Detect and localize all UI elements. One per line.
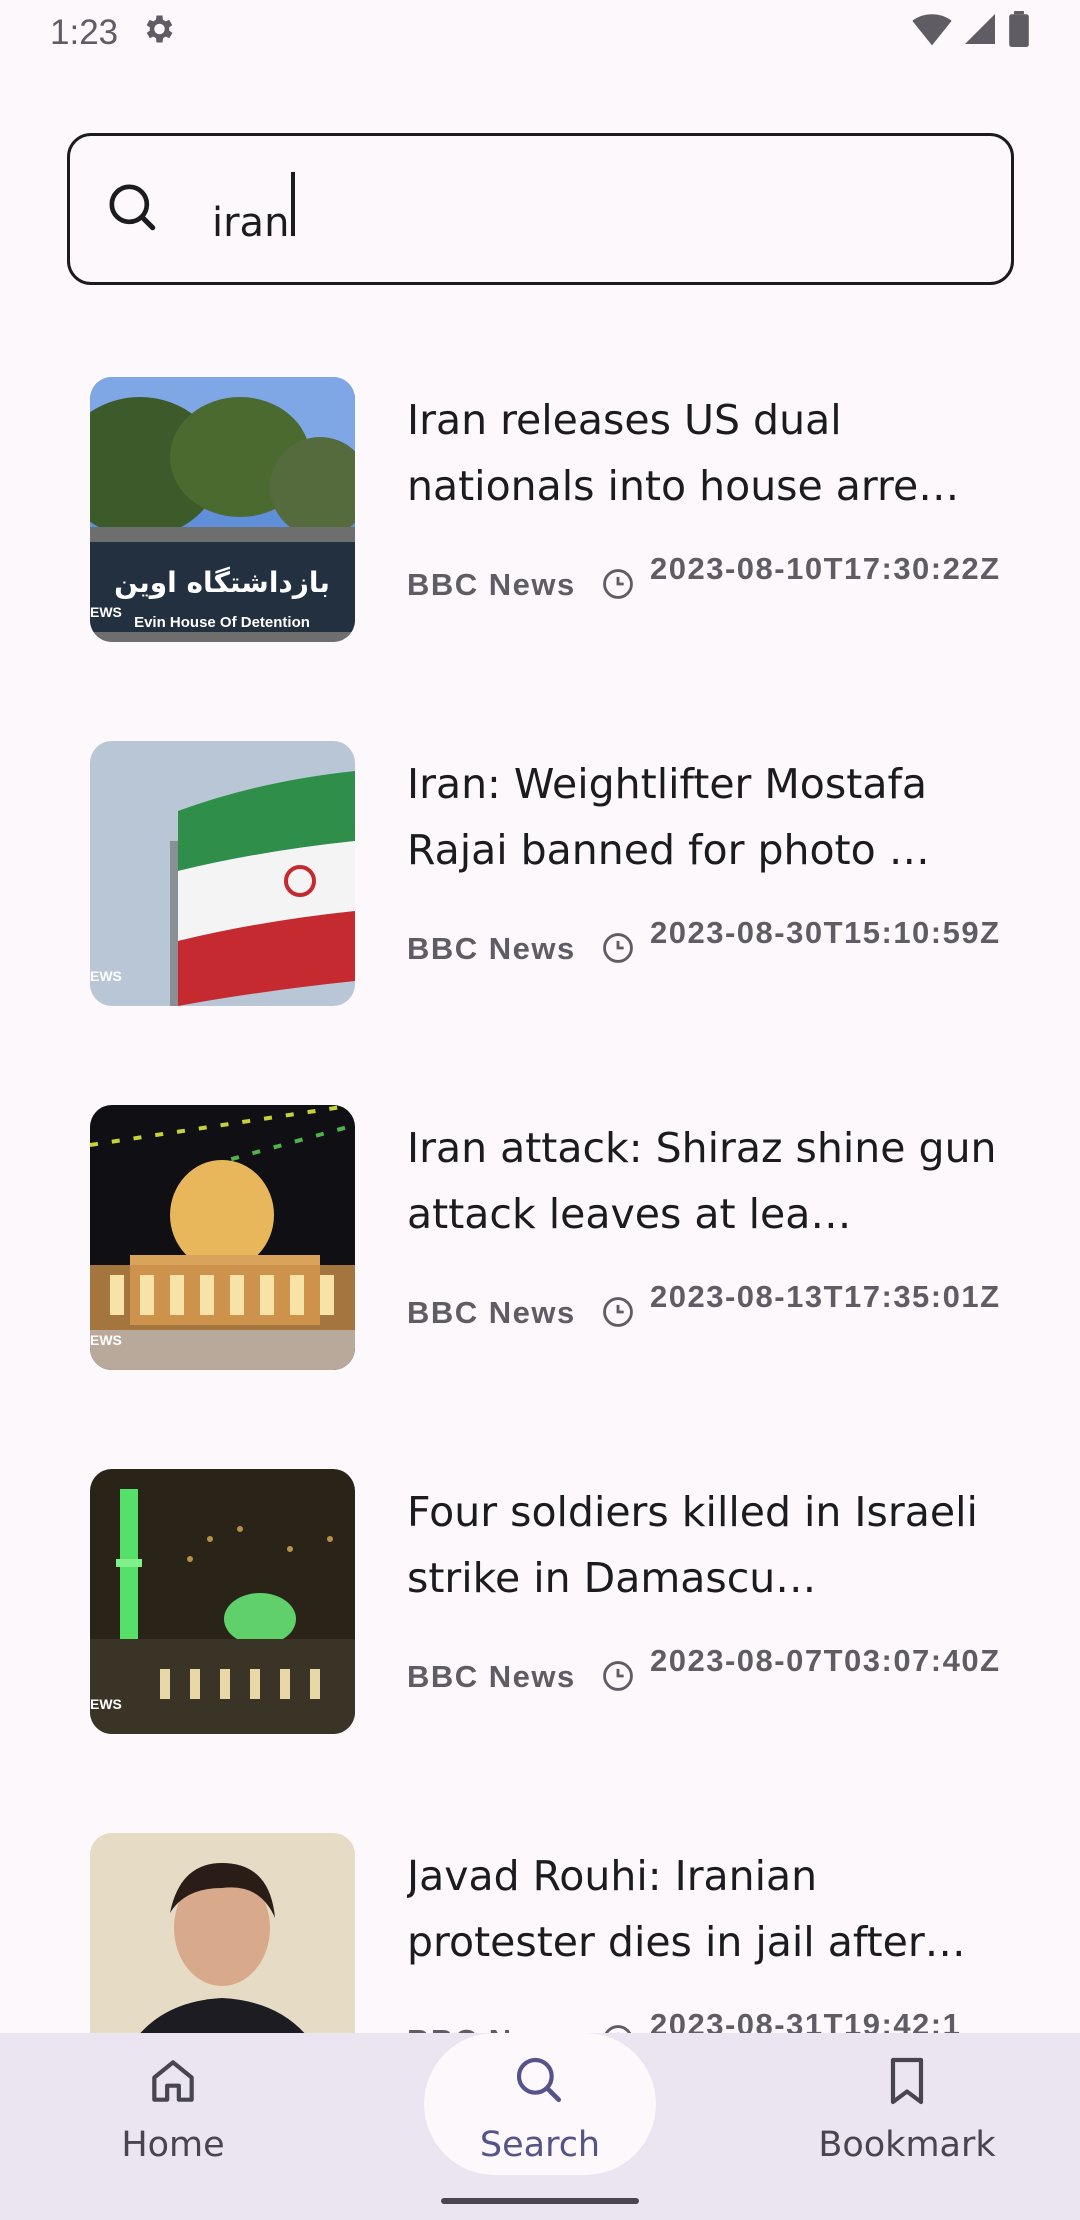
clock-icon xyxy=(601,567,635,601)
news-date: 2023-08-07T03:07:40Z xyxy=(650,1643,1001,1678)
thumb-badge: EWS xyxy=(90,1332,122,1348)
status-time: 1:23 xyxy=(50,13,119,52)
news-source: BBC News xyxy=(407,1659,576,1694)
news-thumbnail: EWS xyxy=(90,1105,355,1370)
wifi-icon xyxy=(912,11,952,56)
news-meta: BBC News 2023-08-13T17:35:01Z xyxy=(407,1275,1007,1365)
thumb-text-fa: بازداشتگاه اوین xyxy=(114,566,330,599)
nav-home[interactable]: Home xyxy=(53,2033,293,2183)
news-date: 2023-08-13T17:35:01Z xyxy=(650,1279,1001,1314)
news-item[interactable]: EWS Iran: Weightlifter Mostafa Rajai ban… xyxy=(90,741,1040,1041)
news-title: Four soldiers killed in Israeli strike i… xyxy=(407,1488,978,1602)
news-source: BBC News xyxy=(407,1295,576,1330)
thumb-text: Evin House Of Detention xyxy=(134,614,310,631)
clock-icon xyxy=(601,931,635,965)
news-date: 2023-08-31T19:42:1 xyxy=(650,2007,962,2033)
news-source: BBC News xyxy=(407,567,576,602)
news-thumbnail: EWS xyxy=(90,741,355,1006)
bookmark-icon xyxy=(879,2053,935,2109)
news-date: 2023-08-30T15:10:59Z xyxy=(650,915,1001,950)
news-thumbnail: EWS xyxy=(90,1469,355,1734)
gear-icon xyxy=(140,11,176,56)
news-item[interactable]: EWS Iran attack: Shiraz shine gun attack… xyxy=(90,1105,1040,1405)
news-title: Javad Rouhi: Iranian protester dies in j… xyxy=(407,1852,966,1966)
search-bar[interactable]: iran xyxy=(67,133,1014,285)
thumb-badge: EWS xyxy=(90,1696,122,1712)
news-title: Iran: Weightlifter Mostafa Rajai banned … xyxy=(407,760,930,874)
signal-icon xyxy=(962,11,998,56)
news-thumbnail: بازداشتگاه اوین Evin House Of Detention … xyxy=(90,377,355,642)
clock-icon xyxy=(601,2023,635,2033)
thumb-badge: EWS xyxy=(90,604,122,620)
nav-home-label: Home xyxy=(121,2125,225,2165)
news-thumbnail xyxy=(90,1833,355,2033)
nav-search[interactable]: Search xyxy=(420,2033,660,2183)
news-item[interactable]: EWS Four soldiers killed in Israeli stri… xyxy=(90,1469,1040,1769)
news-meta: BBC News 2023-08-07T03:07:40Z xyxy=(407,1639,1007,1729)
thumb-badge: EWS xyxy=(90,968,122,984)
status-bar: 1:23 xyxy=(0,0,1080,66)
news-item[interactable]: بازداشتگاه اوین Evin House Of Detention … xyxy=(90,377,1040,677)
search-icon xyxy=(104,179,164,239)
news-source: BBC News xyxy=(407,931,576,966)
text-caret xyxy=(291,172,296,236)
news-list[interactable]: بازداشتگاه اوین Evin House Of Detention … xyxy=(0,300,1080,2033)
news-item[interactable]: Javad Rouhi: Iranian protester dies in j… xyxy=(90,1833,1040,2033)
gesture-home-indicator[interactable] xyxy=(441,2198,639,2204)
news-title: Iran attack: Shiraz shine gun attack lea… xyxy=(407,1124,997,1238)
news-meta: BBC News 2023-08-10T17:30:22Z xyxy=(407,547,1007,637)
nav-bookmark-label: Bookmark xyxy=(818,2125,996,2165)
home-icon xyxy=(145,2053,201,2109)
news-meta: BBC News 2023-08-30T15:10:59Z xyxy=(407,911,1007,1001)
bottom-navigation: Home Search Bookmark xyxy=(0,2033,1080,2220)
news-date: 2023-08-10T17:30:22Z xyxy=(650,551,1001,586)
battery-icon xyxy=(1008,10,1030,56)
search-icon xyxy=(512,2053,568,2109)
news-title: Iran releases US dual nationals into hou… xyxy=(407,396,960,510)
nav-bookmark[interactable]: Bookmark xyxy=(787,2033,1027,2183)
nav-search-label: Search xyxy=(479,2125,601,2165)
clock-icon xyxy=(601,1659,635,1693)
search-input[interactable]: iran xyxy=(212,172,912,246)
news-source: BBC News xyxy=(407,2023,576,2033)
clock-icon xyxy=(601,1295,635,1329)
news-meta: BBC News 2023-08-31T19:42:1 xyxy=(407,2003,1007,2033)
